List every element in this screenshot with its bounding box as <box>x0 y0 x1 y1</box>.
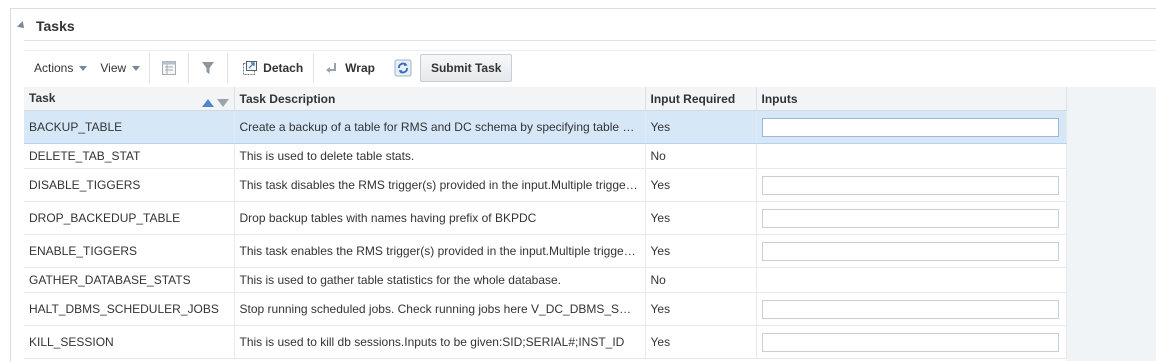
actions-menu[interactable]: Actions <box>24 54 96 82</box>
panel-title: Tasks <box>36 18 75 34</box>
header-divider <box>24 40 1156 41</box>
dropdown-arrow-icon <box>132 66 141 71</box>
input-required-cell: Yes <box>645 168 757 202</box>
table-row[interactable]: DISABLE_TIGGERS This task disables the R… <box>24 168 1067 202</box>
input-required-cell: No <box>645 143 757 169</box>
inputs-field[interactable] <box>761 332 1059 352</box>
inputs-field[interactable] <box>761 117 1059 137</box>
view-menu-label: View <box>100 61 127 75</box>
input-required-cell: Yes <box>645 234 757 268</box>
task-description-cell: This task disables the RMS trigger(s) pr… <box>234 168 646 202</box>
inputs-cell <box>756 110 1067 144</box>
table-row[interactable]: KILL_SESSION This is used to kill db ses… <box>24 325 1067 359</box>
view-menu[interactable]: View <box>96 54 149 82</box>
task-description-cell: Stop running scheduled jobs. Check runni… <box>234 292 646 326</box>
task-description-cell: This task enables the RMS trigger(s) pro… <box>234 234 646 268</box>
column-header-input-required[interactable]: Input Required <box>645 87 757 111</box>
panel-header[interactable]: Tasks <box>17 16 75 36</box>
detach-label: Detach <box>263 61 304 75</box>
column-header-inputs[interactable]: Inputs <box>756 87 1067 111</box>
table-row[interactable]: HALT_DBMS_SCHEDULER_JOBS Stop running sc… <box>24 292 1067 326</box>
column-header-label: Task <box>29 90 56 105</box>
task-cell: DISABLE_TIGGERS <box>24 168 235 202</box>
inputs-field[interactable] <box>761 208 1059 228</box>
inputs-field[interactable] <box>761 299 1059 319</box>
freeze-button[interactable] <box>150 54 188 82</box>
task-cell: KILL_SESSION <box>24 325 235 359</box>
inputs-cell <box>756 168 1067 202</box>
input-required-cell: Yes <box>645 325 757 359</box>
inputs-field[interactable] <box>761 175 1059 195</box>
inputs-cell <box>756 292 1067 326</box>
table-row[interactable]: DROP_BACKEDUP_TABLE Drop backup tables w… <box>24 201 1067 235</box>
refresh-icon <box>394 59 412 77</box>
refresh-button[interactable] <box>384 54 416 82</box>
task-cell: HALT_DBMS_SCHEDULER_JOBS <box>24 292 235 326</box>
table-row[interactable]: DELETE_TAB_STAT This is used to delete t… <box>24 143 1067 169</box>
sort-ascending-icon[interactable] <box>201 98 214 107</box>
input-required-cell: Yes <box>645 292 757 326</box>
inputs-cell <box>756 325 1067 359</box>
wrap-icon <box>324 60 340 76</box>
table-row[interactable]: BACKUP_TABLE Create a backup of a table … <box>24 110 1067 144</box>
freeze-icon <box>161 60 177 76</box>
collapse-triangle-icon[interactable] <box>17 21 27 31</box>
task-description-cell: This is used to delete table stats. <box>234 143 646 169</box>
task-cell: GATHER_DATABASE_STATS <box>24 267 235 293</box>
table-row[interactable]: GATHER_DATABASE_STATS This is used to ga… <box>24 267 1067 293</box>
filter-icon <box>200 60 216 76</box>
task-description-cell: This is used to gather table statistics … <box>234 267 646 293</box>
toolbar: Actions View Detach Wrap Submit Task <box>24 50 1156 85</box>
wrap-label: Wrap <box>345 61 375 75</box>
tasks-table: Task Task Description Input Required Inp… <box>24 87 1067 359</box>
table-header-row: Task Task Description Input Required Inp… <box>24 87 1067 111</box>
submit-task-button[interactable]: Submit Task <box>419 54 513 82</box>
dropdown-arrow-icon <box>79 66 88 71</box>
inputs-cell <box>756 201 1067 235</box>
grid-empty-area <box>1066 87 1156 361</box>
inputs-cell <box>756 143 1067 169</box>
task-description-cell: Create a backup of a table for RMS and D… <box>234 110 646 144</box>
sort-controls <box>201 98 229 107</box>
inputs-field[interactable] <box>761 241 1059 261</box>
actions-menu-label: Actions <box>34 61 74 75</box>
filter-button[interactable] <box>189 54 227 82</box>
task-description-cell: Drop backup tables with names having pre… <box>234 201 646 235</box>
inputs-cell <box>756 234 1067 268</box>
column-header-task-description[interactable]: Task Description <box>234 87 646 111</box>
input-required-cell: Yes <box>645 110 757 144</box>
detach-button[interactable]: Detach <box>228 54 313 82</box>
inputs-cell <box>756 267 1067 293</box>
sort-descending-icon[interactable] <box>216 98 229 107</box>
wrap-button[interactable]: Wrap <box>314 54 384 82</box>
task-description-cell: This is used to kill db sessions.Inputs … <box>234 325 646 359</box>
task-cell: DELETE_TAB_STAT <box>24 143 235 169</box>
detach-icon <box>242 60 258 76</box>
task-cell: DROP_BACKEDUP_TABLE <box>24 201 235 235</box>
column-header-task[interactable]: Task <box>24 87 235 111</box>
task-cell: BACKUP_TABLE <box>24 110 235 144</box>
table-row[interactable]: ENABLE_TIGGERS This task enables the RMS… <box>24 234 1067 268</box>
task-cell: ENABLE_TIGGERS <box>24 234 235 268</box>
input-required-cell: Yes <box>645 201 757 235</box>
input-required-cell: No <box>645 267 757 293</box>
